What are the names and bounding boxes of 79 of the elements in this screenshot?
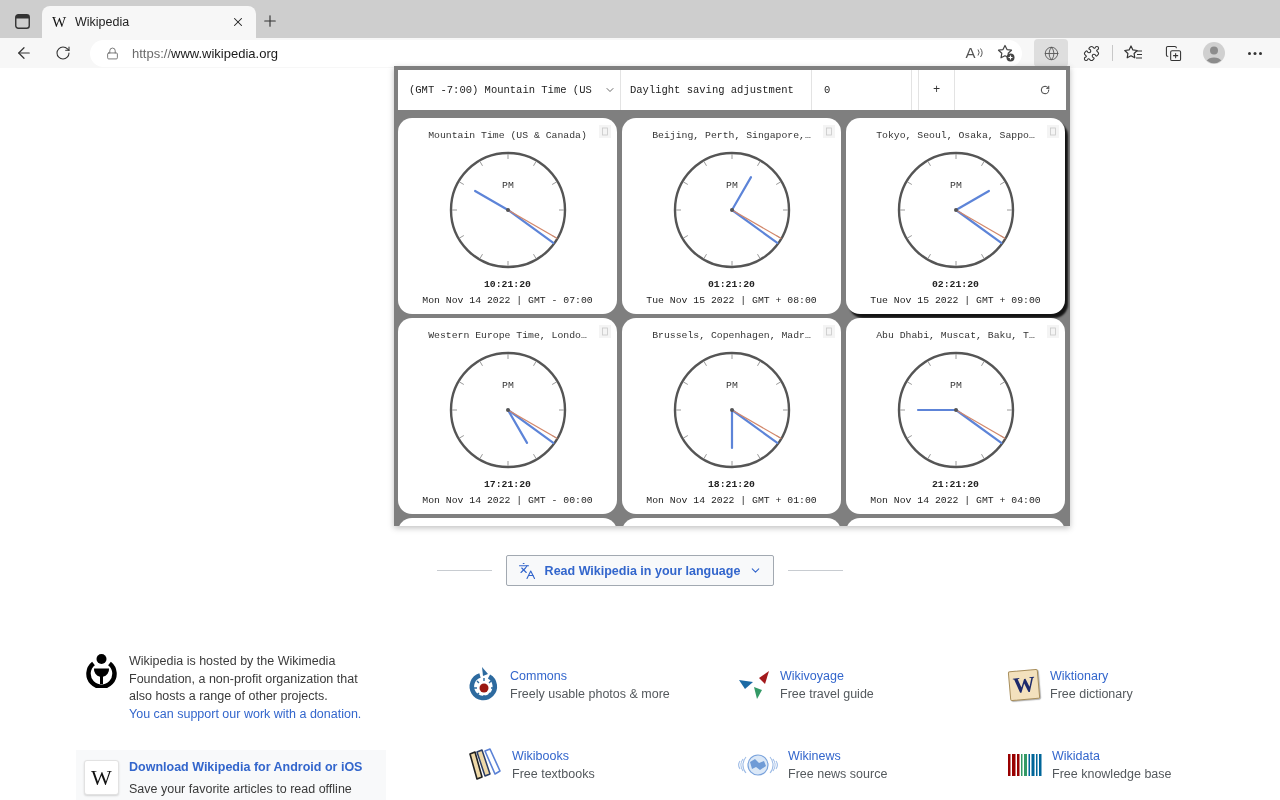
clock-date: Tue Nov 15 2022 | GMT + 09:00 — [870, 294, 1041, 307]
project-tagline: Free textbooks — [512, 766, 595, 783]
clock-date: Tue Nov 15 2022 | GMT + 08:00 — [646, 294, 817, 307]
clock-title: Abu Dhabi, Muscat, Baku, T… — [876, 330, 1035, 342]
dot-ring-logo-icon — [84, 653, 119, 688]
triangles-logo-icon — [738, 670, 770, 700]
browser-tab[interactable]: W Wikipedia — [42, 6, 256, 38]
project-tagline: Freely usable photos & more — [510, 686, 670, 703]
project-link[interactable]: Wikinews — [788, 747, 888, 765]
missing-glyph-icon — [599, 125, 611, 138]
clock-time: 17:21:20 — [483, 478, 531, 491]
clock-date: Mon Nov 14 2022 | GMT - 00:00 — [422, 494, 593, 507]
missing-glyph-icon — [1047, 125, 1059, 138]
project-tagline: Free knowledge base — [1052, 766, 1172, 783]
project-link[interactable]: Wikidata — [1052, 747, 1172, 765]
tab-actions-icon — [14, 13, 30, 29]
missing-glyph-icon — [823, 125, 835, 138]
project-link[interactable]: Commons — [510, 667, 670, 685]
donation-link[interactable]: You can support our work with a donation. — [129, 706, 362, 721]
clock-time: 21:21:20 — [931, 478, 979, 491]
profile-button[interactable] — [1200, 39, 1228, 67]
clock-time: 10:21:20 — [483, 278, 531, 291]
tab-favicon: W — [52, 14, 66, 30]
project-tagline: Free dictionary — [1050, 686, 1133, 703]
period-label: PM — [501, 379, 514, 391]
clock-date: Mon Nov 14 2022 | GMT + 01:00 — [646, 494, 817, 507]
letter-tile-icon: W — [1007, 668, 1041, 702]
globe-logo-icon — [738, 752, 778, 778]
project-link[interactable]: Wikivoyage — [780, 667, 874, 685]
period-label: PM — [501, 179, 514, 191]
project-link[interactable]: Wikibooks — [512, 747, 595, 765]
close-icon — [231, 15, 245, 29]
star-plus-icon — [997, 44, 1015, 62]
missing-glyph-icon — [599, 325, 611, 338]
dst-label: Daylight saving adjustment — [621, 70, 812, 110]
clock-title: Brussels, Copenhagen, Madr… — [652, 330, 811, 342]
app-download-link[interactable]: Download Wikipedia for Android or iOS — [129, 760, 363, 774]
address-bar[interactable]: https://www.wikipedia.org A — [90, 39, 1022, 67]
timezone-select[interactable]: (GMT -7:00) Mountain Time (US — [398, 70, 621, 110]
clock-title: Mountain Time (US & Canada) — [428, 130, 587, 142]
period-label: PM — [725, 379, 738, 391]
read-aloud-button[interactable]: A — [960, 39, 988, 67]
about-text: Wikipedia is hosted by the Wikimedia Foundation, a non-profit organization that also hosts a range of other projects. You can support our work with a donation. — [129, 653, 363, 723]
app-promo-text: Save your favorite articles to read offline — [129, 782, 353, 796]
project-link[interactable]: Wiktionary — [1050, 667, 1133, 685]
period-label: PM — [949, 379, 962, 391]
project-tagline: Free travel guide — [780, 686, 874, 703]
missing-glyph-icon — [823, 325, 835, 338]
clock-title: Western Europe Time, Londo… — [428, 330, 587, 342]
collections-icon — [1164, 44, 1182, 62]
lock-icon — [106, 46, 119, 60]
clock-title: Beijing, Perth, Singapore,… — [652, 130, 811, 142]
clock-date: Mon Nov 14 2022 | GMT - 07:00 — [422, 294, 593, 307]
puzzle-icon — [1082, 44, 1100, 62]
clock-date: Mon Nov 14 2022 | GMT + 04:00 — [870, 494, 1041, 507]
period-label: PM — [949, 179, 962, 191]
clock-time: 18:21:20 — [707, 478, 755, 491]
url-text: https://www.wikipedia.org — [132, 45, 279, 61]
language-button[interactable]: Read Wikipedia in your language — [505, 555, 775, 586]
clock-time: 01:21:20 — [707, 278, 755, 291]
project-tagline: Free news source — [788, 766, 888, 783]
letter-tile-icon: W — [84, 760, 119, 795]
reload-icon — [55, 45, 71, 61]
missing-glyph-icon — [1047, 325, 1059, 338]
extension-button[interactable] — [1034, 39, 1068, 67]
refresh-icon — [1040, 85, 1050, 95]
more-icon — [1248, 51, 1262, 55]
sound-waves-icon — [976, 48, 983, 58]
star-list-icon — [1123, 45, 1143, 61]
clock-time: 02:21:20 — [931, 278, 979, 291]
barcode-logo-icon — [1008, 754, 1042, 776]
books-logo-icon — [468, 748, 502, 782]
globe-icon — [1043, 45, 1059, 61]
avatar-icon — [1203, 42, 1225, 64]
translate-icon — [517, 561, 536, 580]
period-label: PM — [725, 179, 738, 191]
clock-title: Tokyo, Seoul, Osaka, Sappo… — [876, 130, 1035, 142]
plus-icon — [261, 12, 279, 30]
dst-input[interactable]: 0 — [812, 70, 912, 110]
